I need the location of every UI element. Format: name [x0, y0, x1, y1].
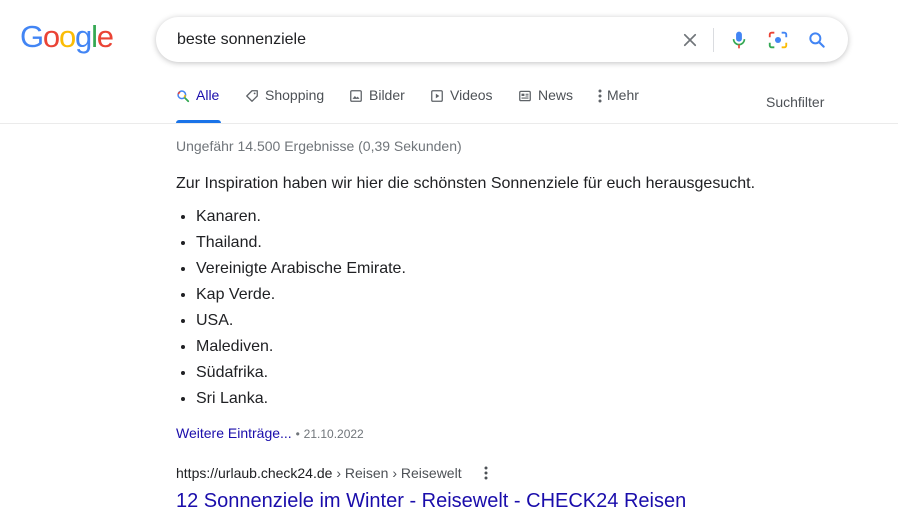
- tab-shopping[interactable]: Shopping: [245, 87, 324, 123]
- search-bar[interactable]: beste sonnenziele: [156, 17, 848, 62]
- logo-letter: o: [58, 19, 76, 54]
- list-item: Kanaren.: [196, 206, 406, 232]
- tab-images[interactable]: Bilder: [349, 87, 405, 123]
- logo-letter: o: [42, 19, 60, 54]
- tabs-divider: [0, 123, 898, 124]
- result-title-link[interactable]: 12 Sonnenziele im Winter - Reisewelt - C…: [176, 490, 686, 513]
- microphone-icon[interactable]: [727, 28, 751, 52]
- video-icon: [430, 87, 444, 105]
- list-item: Kap Verde.: [196, 284, 406, 310]
- featured-snippet-list: Kanaren. Thailand. Vereinigte Arabische …: [176, 206, 406, 414]
- more-entries-link[interactable]: Weitere Einträge...: [176, 425, 292, 441]
- logo-letter: g: [75, 19, 92, 54]
- result-domain: https://urlaub.check24.de: [176, 465, 333, 481]
- tab-label: News: [538, 87, 574, 103]
- tab-label: Alle: [196, 87, 220, 103]
- search-input[interactable]: beste sonnenziele: [177, 31, 306, 49]
- search-bar-divider: [713, 28, 714, 52]
- camera-icon[interactable]: [766, 28, 790, 52]
- tab-more[interactable]: Mehr: [596, 87, 639, 123]
- image-icon: [349, 87, 363, 105]
- featured-snippet-text: Zur Inspiration haben wir hier die schön…: [176, 175, 756, 192]
- list-item: Thailand.: [196, 232, 406, 258]
- result-stats: Ungefähr 14.500 Ergebnisse (0,39 Sekunde…: [176, 138, 462, 154]
- search-icon[interactable]: [805, 28, 829, 52]
- tab-label: Shopping: [265, 87, 325, 103]
- tab-label: Videos: [450, 87, 493, 103]
- tab-all[interactable]: Alle: [176, 87, 221, 123]
- tab-news[interactable]: News: [518, 87, 573, 123]
- list-item: Vereinigte Arabische Emirate.: [196, 258, 406, 284]
- snippet-date: 21.10.2022: [303, 427, 364, 441]
- tab-label: Mehr: [607, 87, 639, 103]
- search-tools-button[interactable]: Suchfilter: [766, 94, 824, 110]
- search-icon: [176, 87, 190, 105]
- separator-dot: •: [295, 427, 300, 441]
- list-item: USA.: [196, 310, 406, 336]
- more-options-icon[interactable]: [478, 464, 494, 482]
- result-breadcrumbs: › Reisen › Reisewelt: [332, 465, 462, 481]
- logo-letter: e: [96, 19, 114, 54]
- result-url[interactable]: https://urlaub.check24.de › Reisen › Rei…: [176, 465, 462, 481]
- tab-videos[interactable]: Videos: [430, 87, 493, 123]
- more-vert-icon: [596, 87, 604, 105]
- list-item: Malediven.: [196, 336, 406, 362]
- news-icon: [518, 87, 532, 105]
- more-entries: Weitere Einträge... • 21.10.2022: [176, 425, 364, 441]
- list-item: Südafrika.: [196, 362, 406, 388]
- tab-label: Bilder: [369, 87, 405, 103]
- google-logo[interactable]: Google: [20, 19, 114, 54]
- logo-letter: G: [20, 19, 44, 54]
- clear-icon[interactable]: [678, 28, 702, 52]
- tag-icon: [245, 87, 259, 105]
- list-item: Sri Lanka.: [196, 388, 406, 414]
